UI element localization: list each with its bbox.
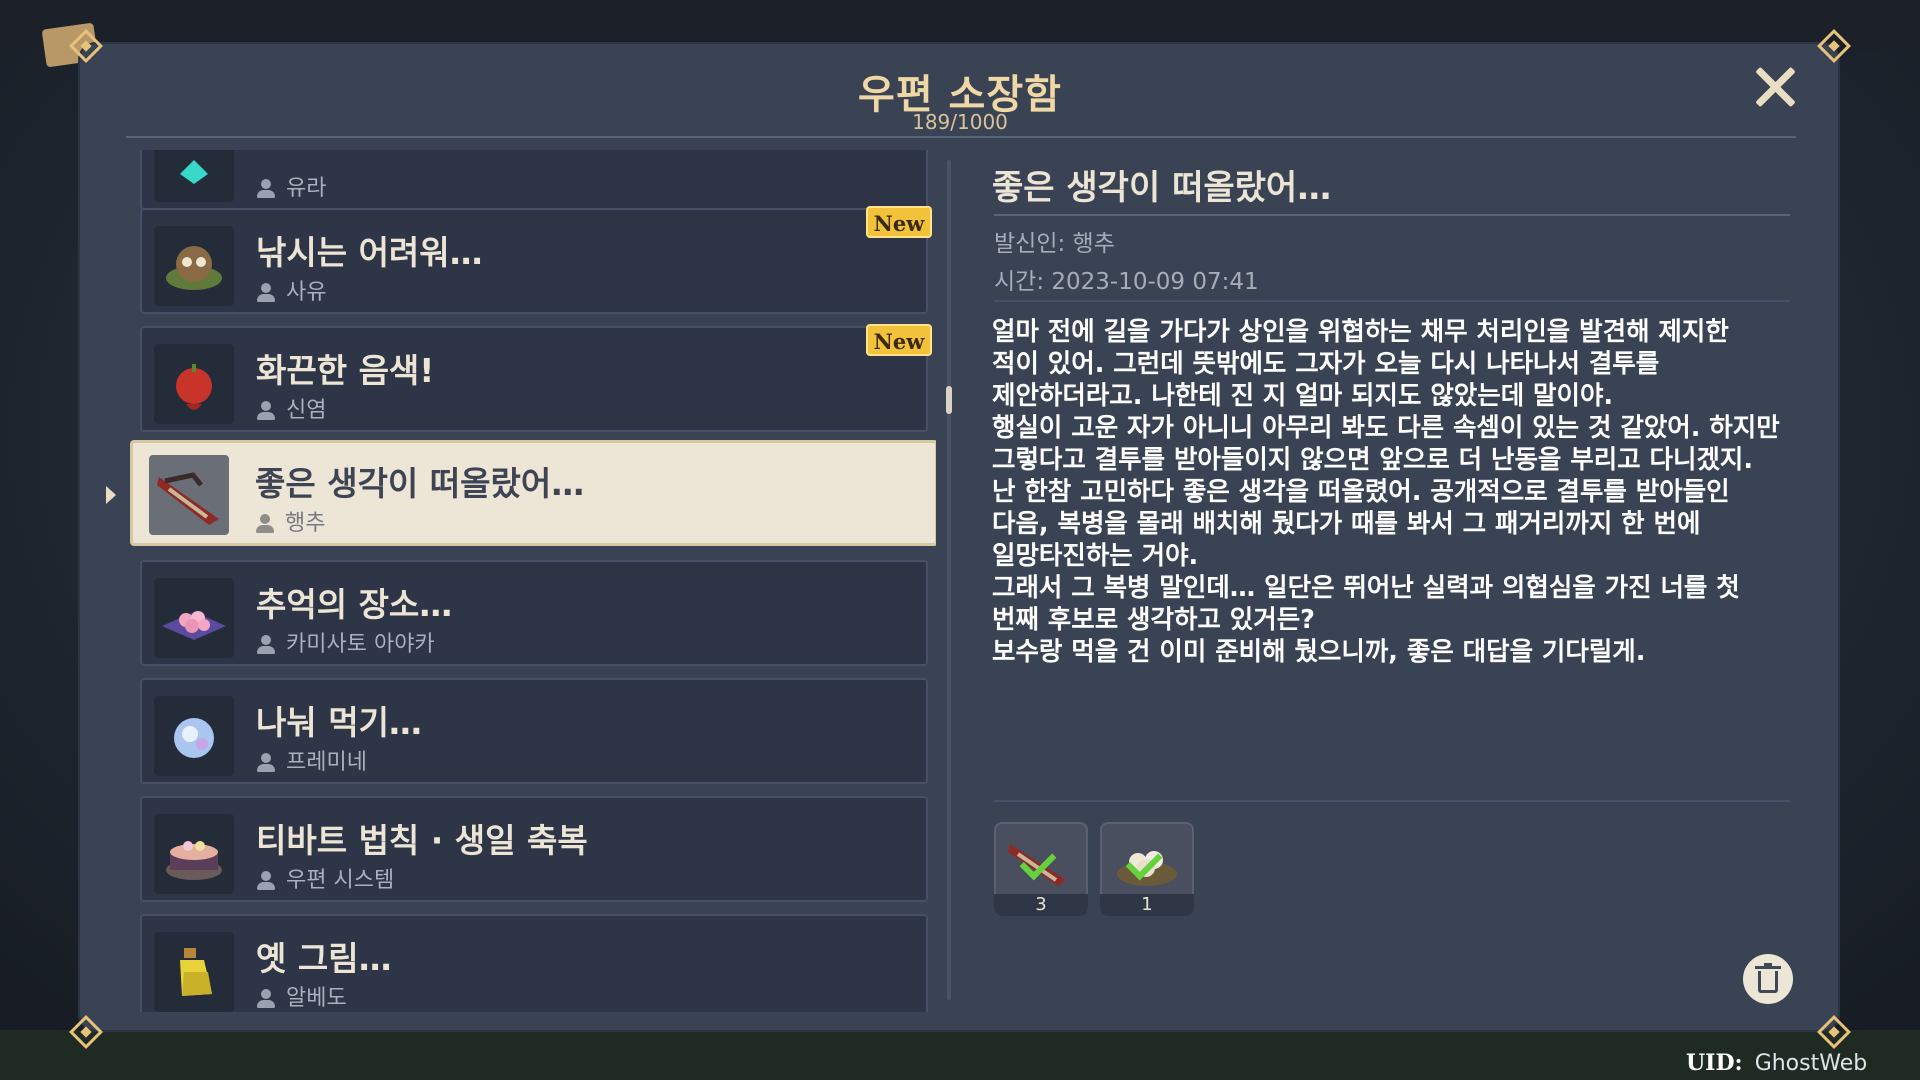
selection-arrow-icon [106,486,116,504]
mail-body-line: 얼마 전에 길을 가다가 상인을 위협하는 채무 처리인을 발견해 제지한 [992,317,1729,347]
reward-qty: 3 [994,894,1088,916]
mail-title: 추억의 장소… [256,585,453,624]
mail-sender: 프레미네 [286,750,367,775]
meta-divider [994,300,1790,302]
mail-item[interactable]: 옛 그림… 알베도 [140,914,928,1012]
detail-divider [994,214,1790,216]
corner-ornament-icon [1817,29,1851,63]
mail-item[interactable]: 티바트 법칙 · 생일 축복 우편 시스템 [140,796,928,902]
person-icon [256,634,276,656]
mail-body-line: 번째 후보로 생각하고 있거든? [992,605,1315,635]
mail-title: 나눠 먹기… [256,703,422,742]
reward-divider [994,800,1790,802]
new-badge: New [866,324,932,356]
gem-icon [154,150,234,202]
person-icon [256,282,276,304]
delete-button[interactable] [1743,954,1793,1004]
background-ground [0,1030,1920,1080]
person-icon [256,752,276,774]
dish-icon [149,455,229,535]
reward-item[interactable]: 1 [1100,822,1194,916]
reward-qty: 1 [1100,894,1194,916]
corner-ornament-icon [69,29,103,63]
mail-list: 유라 낚시는 어려워… 사유 New 화끈한 음색! 신염 New 좋은 생각이… [130,150,936,1012]
mail-body-line: 난 한참 고민하다 좋은 생각을 떠올렸어. 공개적으로 결투를 받아들인 [992,477,1730,507]
mail-sender-line: 발신인: 행추 [994,231,1115,257]
uid-display: UID: GhostWeb [1686,1050,1867,1076]
mail-title: 티바트 법칙 · 생일 축복 [256,821,588,860]
person-icon [256,870,276,892]
mail-title: 화끈한 음색! [256,351,435,390]
potion-icon [154,932,234,1012]
person-icon [256,400,276,422]
cake-icon [154,814,234,894]
mail-body: 얼마 전에 길을 가다가 상인을 위협하는 채무 처리인을 발견해 제지한 적이… [992,316,1792,668]
mail-item-selected[interactable]: 좋은 생각이 떠올랐어… 행추 [130,440,936,546]
mail-item[interactable]: 유라 [140,150,928,210]
mail-item[interactable]: 추억의 장소… 카미사토 아야카 [140,560,928,666]
header-divider [126,136,1796,138]
mail-sender: 카미사토 아야카 [286,632,435,657]
mail-title: 옛 그림… [256,939,392,978]
reward-item[interactable]: 3 [994,822,1088,916]
flower-tray-icon [154,578,234,658]
red-fruit-icon [154,344,234,424]
mail-item[interactable]: 낚시는 어려워… 사유 New [140,206,932,314]
mail-time-line: 시간: 2023-10-09 07:41 [994,269,1259,295]
mail-body-line: 일망타진하는 거야. [992,541,1199,571]
mail-sender: 알베도 [286,986,347,1011]
list-scrollbar[interactable] [947,160,951,1000]
mail-title: 낚시는 어려워… [256,233,483,272]
person-icon [256,178,276,200]
mail-title: 좋은 생각이 떠올랐어… [255,464,585,503]
mail-item[interactable]: 나눠 먹기… 프레미네 [140,678,928,784]
mail-body-line: 제안하더라고. 나한테 진 지 얼마 되지도 않았는데 말이야. [992,381,1614,411]
close-icon[interactable] [1752,64,1798,110]
mail-item[interactable]: 화끈한 음색! 신염 New [140,324,932,432]
corner-ornament-icon [69,1015,103,1049]
mail-sender: 우편 시스템 [286,868,395,893]
raccoon-icon [154,226,234,306]
mail-sender: 사유 [286,280,327,305]
person-icon [255,513,275,535]
mail-sender: 신염 [286,398,327,423]
mail-body-line: 그렇다고 결투를 받아들이지 않으면 앞으로 더 난동을 부리고 다니겠지. [992,445,1754,475]
uid-label: UID: [1686,1050,1743,1076]
mail-body-line: 행실이 고운 자가 아니니 아무리 봐도 다른 속셈이 있는 것 같았어. 하지… [992,413,1780,443]
person-icon [256,988,276,1010]
mail-body-line: 그래서 그 복병 말인데… 일단은 뛰어난 실력과 의협심을 가진 너를 첫 [992,573,1740,603]
scroll-thumb[interactable] [946,386,952,414]
mail-body-line: 다음, 복병을 몰래 배치해 뒀다가 때를 봐서 그 패거리까지 한 번에 [992,509,1701,539]
mail-sender: 유라 [286,176,327,201]
new-badge: New [866,206,932,238]
corner-ornament-icon [1817,1015,1851,1049]
mail-body-line: 적이 있어. 그런데 뜻밖에도 그자가 오늘 다시 나타나서 결투를 [992,349,1660,379]
mail-body-line: 보수랑 먹을 건 이미 준비해 뒀으니까, 좋은 대답을 기다릴게. [992,637,1646,667]
mail-count: 189/1000 [912,110,1008,134]
crystal-icon [154,696,234,776]
mail-detail-title: 좋은 생각이 떠올랐어… [992,168,1332,208]
uid-value: GhostWeb [1754,1051,1868,1076]
mail-sender: 행추 [285,511,326,536]
